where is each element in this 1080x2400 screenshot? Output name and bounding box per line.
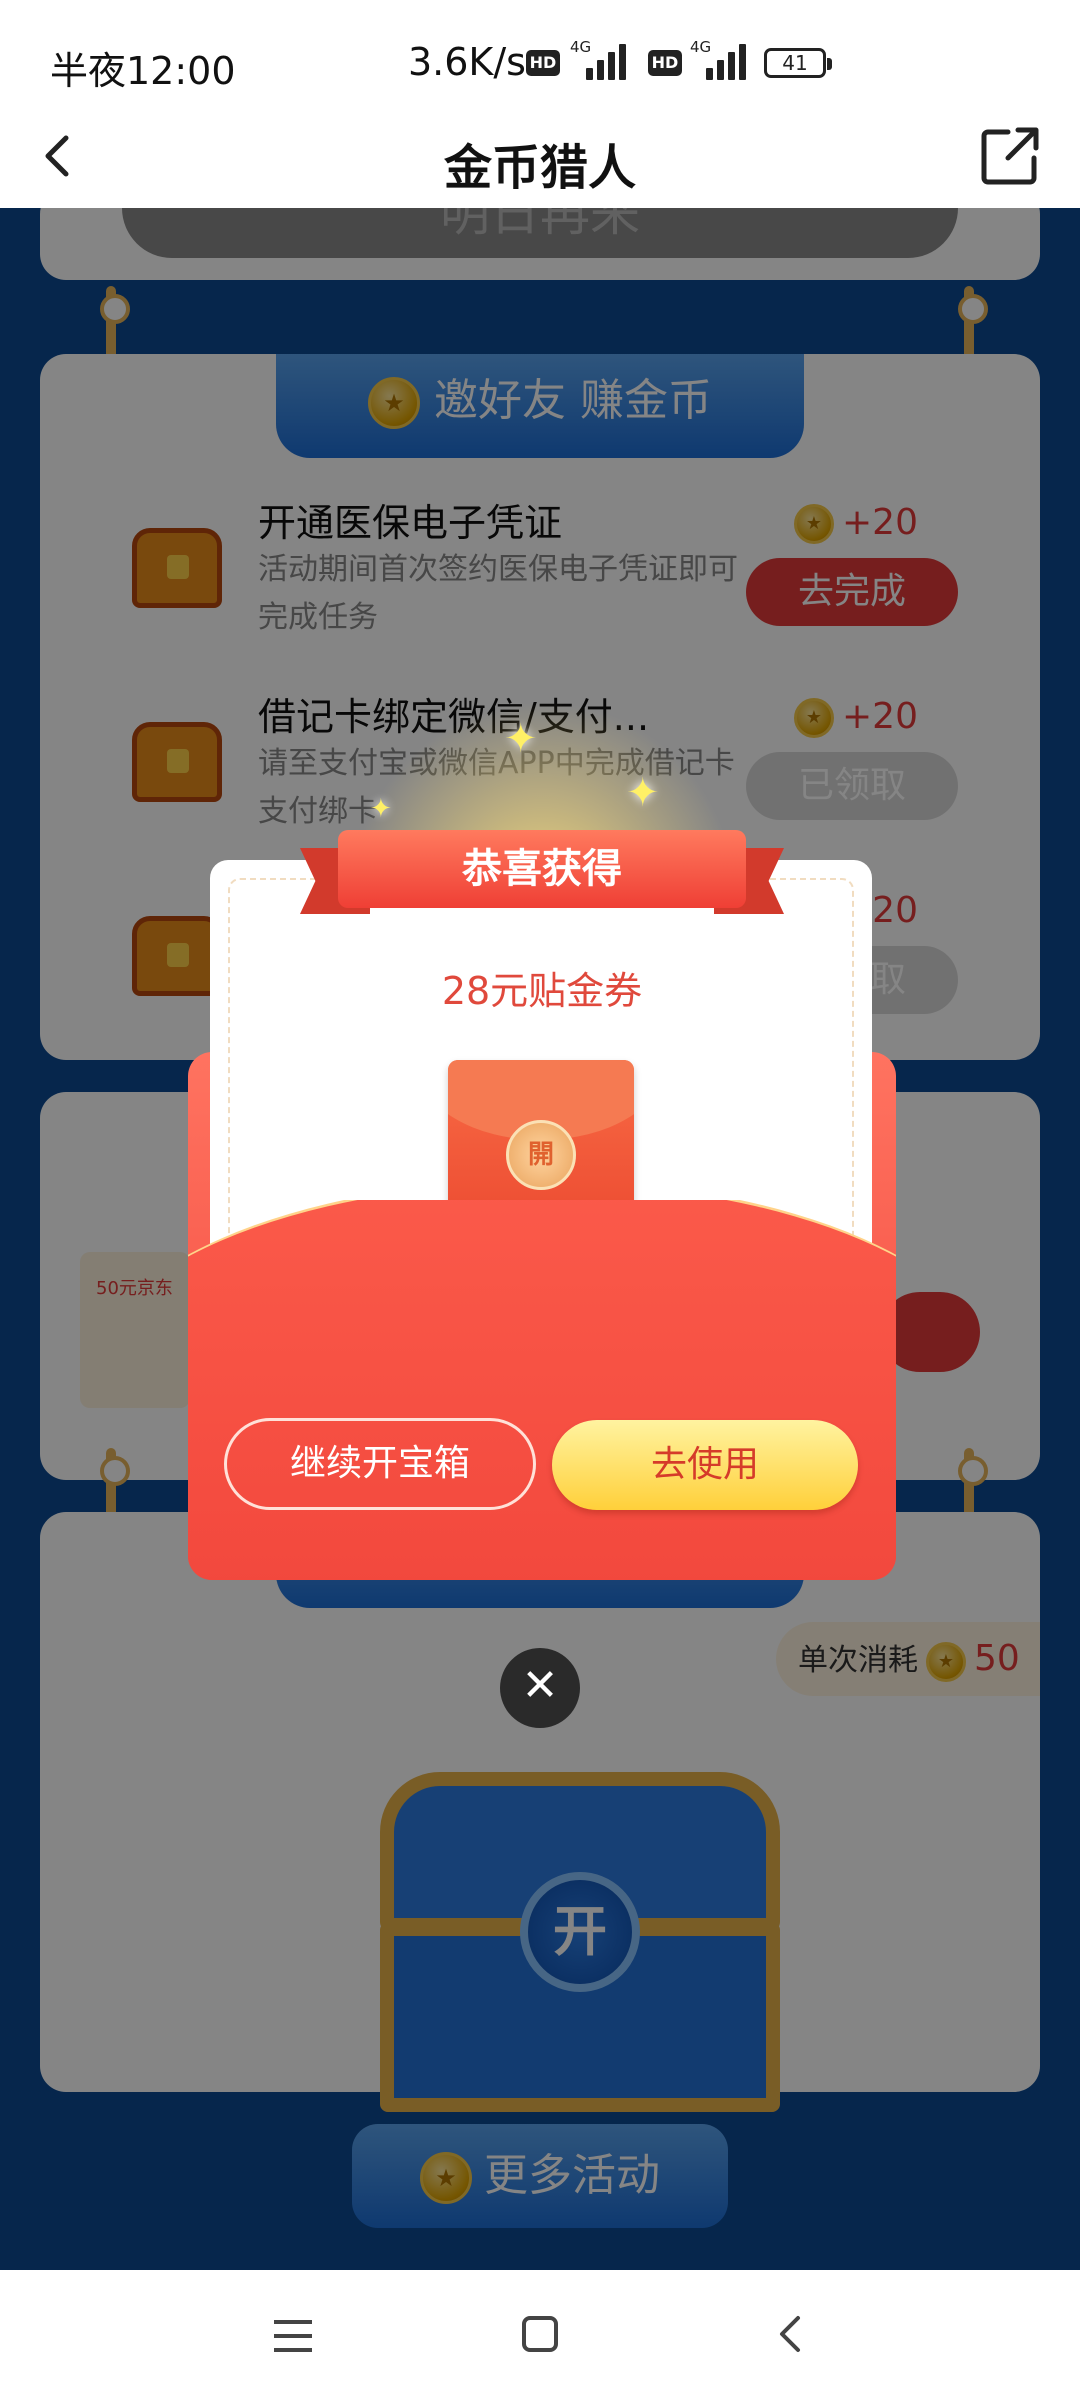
signal-icon: 4G	[570, 38, 632, 80]
hd-badge: HD	[648, 50, 682, 76]
network-speed: 3.6K/s	[408, 40, 526, 84]
page-title: 金币猎人	[443, 140, 636, 196]
envelope-front	[188, 1200, 896, 1580]
title-bar: 金币猎人	[0, 104, 1080, 208]
coupon-text: 28元贴金券	[441, 969, 643, 1013]
sparkle-icon: ✦	[626, 770, 660, 816]
ribbon-title: 恭喜获得	[338, 830, 746, 908]
reward-modal: ✦ ✦ ✦ 28元贴金券 開 继续开宝箱 去使用 恭喜获得	[188, 700, 896, 1580]
system-nav-bar	[0, 2270, 1080, 2400]
congrats-ribbon: 恭喜获得	[300, 820, 784, 926]
use-coupon-button[interactable]: 去使用	[552, 1420, 858, 1510]
signal-icon: 4G	[690, 38, 752, 80]
continue-open-chest-button[interactable]: 继续开宝箱	[224, 1418, 536, 1510]
battery-icon: 41	[764, 48, 832, 78]
close-icon[interactable]: ✕	[500, 1648, 580, 1728]
share-icon[interactable]	[978, 124, 1042, 188]
sparkle-icon: ✦	[504, 716, 538, 762]
packet-seal: 開	[506, 1120, 576, 1190]
back-icon[interactable]	[772, 2314, 812, 2354]
menu-icon[interactable]	[274, 2320, 312, 2352]
home-icon[interactable]	[522, 2316, 558, 2352]
status-time: 半夜12:00	[50, 49, 236, 93]
hd-badge: HD	[526, 50, 560, 76]
